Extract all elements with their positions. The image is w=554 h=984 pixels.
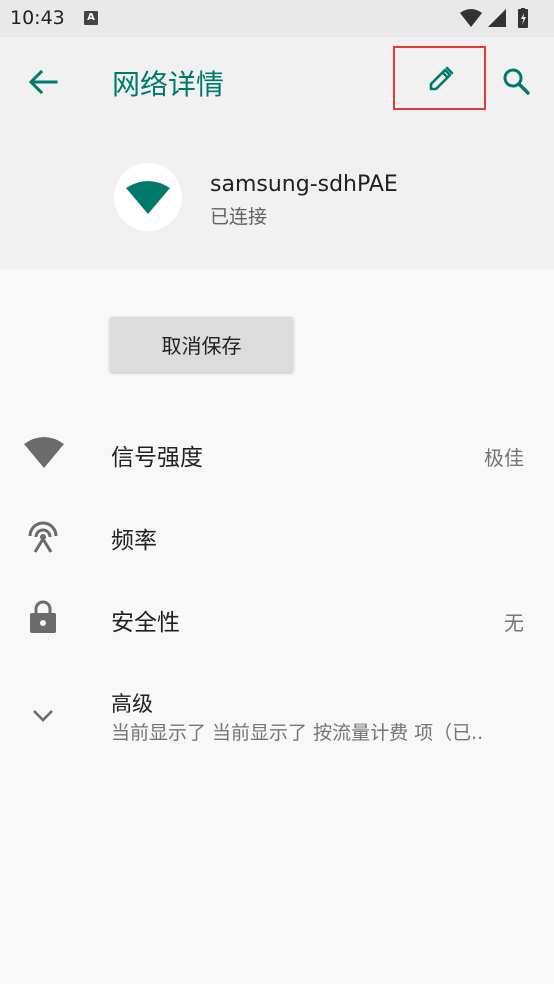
detail-row-title: 信号强度 — [111, 445, 203, 471]
detail-row-value: 极佳 — [484, 446, 524, 470]
forget-network-button[interactable]: 取消保存 — [110, 317, 293, 372]
status-time: 10:43 — [10, 7, 65, 29]
advanced-title: 高级 — [111, 692, 153, 716]
pencil-icon — [429, 66, 454, 91]
chevron-down-icon — [33, 710, 53, 722]
edit-button[interactable] — [393, 46, 486, 110]
detail-row-title: 安全性 — [111, 610, 180, 636]
network-header: 网络详情 samsung-sdhPAE 已连接 — [0, 37, 554, 270]
detail-row-title: 频率 — [111, 528, 157, 554]
network-icon-circle — [114, 163, 182, 231]
lock-icon — [30, 600, 56, 633]
wifi-signal-icon — [24, 437, 64, 468]
advanced-summary: 当前显示了 当前显示了 按流量计费 项（已.. — [111, 722, 484, 744]
cellular-status-icon — [488, 9, 506, 27]
notification-a-icon: A — [84, 11, 98, 25]
battery-status-icon — [518, 7, 528, 28]
status-icons — [460, 7, 544, 34]
search-icon — [503, 68, 530, 95]
status-bar: 10:43 A — [0, 0, 554, 37]
wifi-status-icon — [460, 9, 482, 27]
network-status: 已连接 — [210, 206, 268, 228]
wifi-network-icon — [126, 181, 170, 214]
back-arrow-icon — [28, 69, 58, 95]
detail-row-value: 无 — [504, 611, 524, 635]
back-button[interactable] — [22, 61, 64, 103]
page-title: 网络详情 — [112, 68, 225, 101]
network-name: samsung-sdhPAE — [210, 172, 398, 197]
antenna-icon — [28, 521, 58, 553]
search-button[interactable] — [496, 61, 538, 103]
